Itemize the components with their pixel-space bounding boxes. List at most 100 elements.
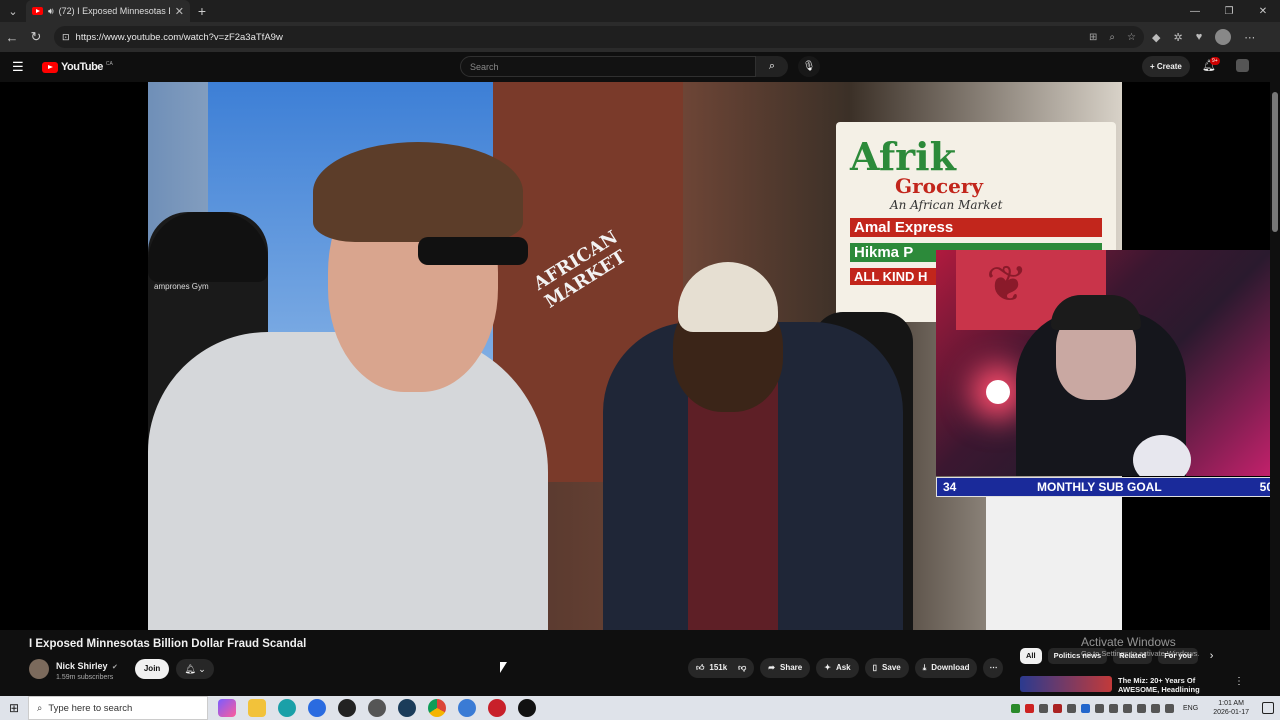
speaker-icon[interactable]: 🔊︎	[48, 6, 54, 17]
youtube-logo[interactable]: YouTube CA	[42, 61, 113, 73]
account-avatar[interactable]	[1236, 59, 1249, 72]
channel-name[interactable]: Nick Shirley	[56, 661, 108, 671]
sub-goal-bar: 34 MONTHLY SUB GOAL 50	[936, 477, 1280, 497]
tray-icon-8[interactable]	[1109, 703, 1119, 713]
app-icon-red[interactable]	[488, 699, 506, 717]
page-scrollbar[interactable]	[1270, 82, 1280, 630]
system-tray: ENG 1:01 AM 2026-01-17	[1011, 699, 1280, 717]
channel-avatar[interactable]	[29, 658, 49, 679]
back-icon[interactable]: ←	[0, 30, 24, 45]
tray-icon-6[interactable]	[1081, 703, 1091, 713]
search-icon[interactable]: ⌕	[756, 56, 788, 77]
windows-start-icon[interactable]: ⊞	[0, 701, 28, 715]
volume-icon[interactable]	[1165, 703, 1175, 713]
favorite-star-icon[interactable]: ☆	[1127, 32, 1136, 43]
browser-essentials-icon[interactable]: ♥	[1196, 31, 1203, 43]
tray-icon-5[interactable]	[1067, 703, 1077, 713]
subscribe-bell-button[interactable]: 🔔︎ ⌄	[176, 658, 214, 679]
language-indicator[interactable]: ENG	[1183, 705, 1198, 712]
url-field[interactable]: ⊡ https://www.youtube.com/watch?v=zF2a3a…	[54, 26, 1144, 48]
taskbar-search-input[interactable]: ⌕ Type here to search	[28, 696, 208, 720]
site-info-icon[interactable]: ⊡	[62, 32, 70, 43]
chevron-right-icon[interactable]: ›	[1210, 650, 1214, 662]
youtube-play-icon	[42, 61, 58, 73]
ask-button[interactable]: ✦ Ask	[816, 658, 859, 678]
menu-icon[interactable]: ☰	[12, 59, 34, 75]
more-options-icon[interactable]: ⋯	[1244, 31, 1255, 44]
video-scene-paper	[986, 497, 1122, 630]
windows-taskbar: ⊞ ⌕ Type here to search ENG 1:01 AM 2026…	[0, 696, 1280, 720]
recommendation-item[interactable]: The Miz: 20+ Years Of AWESOME, Headlinin…	[1020, 676, 1244, 694]
wifi-icon[interactable]	[1151, 703, 1161, 713]
close-tab-icon[interactable]: ✕	[175, 5, 184, 18]
like-button[interactable]: 👍︎ 151k 👎︎	[688, 658, 755, 678]
video-scene-hair	[313, 142, 523, 242]
browser-tab-active[interactable]: 🔊︎ (72) I Exposed Minnesotas B ✕	[26, 0, 190, 22]
sign-african-market: An African Market	[890, 198, 1003, 212]
app-available-icon[interactable]: ⊞	[1089, 32, 1097, 43]
share-button[interactable]: ➦ Share	[760, 658, 811, 678]
download-button[interactable]: ⤓ Download	[914, 658, 978, 678]
watermark-subtitle: Go to Settings to activate Windows.	[1081, 649, 1200, 658]
ask-label: Ask	[835, 663, 851, 672]
channel-subscribers: 1.59m subscribers	[56, 674, 114, 681]
tray-icon-1[interactable]	[1011, 703, 1021, 713]
chrome-icon[interactable]	[428, 699, 446, 717]
tray-icon-9[interactable]	[1123, 703, 1133, 713]
youtube-header: ☰ YouTube CA Search ⌕ 🎙︎ + Create 🔔︎ 9+	[0, 52, 1280, 82]
close-window-icon[interactable]: ✕	[1246, 6, 1280, 17]
recommendation-title[interactable]: The Miz: 20+ Years Of AWESOME, Headlinin…	[1118, 676, 1218, 694]
verified-icon: ✔︎	[111, 664, 118, 671]
tray-icon-7[interactable]	[1095, 703, 1105, 713]
scrollbar-thumb[interactable]	[1272, 92, 1278, 232]
app-icon-blue[interactable]	[308, 699, 326, 717]
url-text: https://www.youtube.com/watch?v=zF2a3aTf…	[75, 31, 283, 43]
video-actions: 👍︎ 151k 👎︎ ➦ Share ✦ Ask ▯ Save ⤓ Download ⋯	[688, 658, 1004, 678]
sparkle-icon: ✦	[824, 663, 831, 672]
tab-actions-menu-icon[interactable]: ⌄	[0, 0, 26, 22]
app-icon-dark[interactable]	[338, 699, 356, 717]
sign-amal-express: Amal Express	[850, 218, 1102, 237]
bookmark-icon: ▯	[872, 663, 878, 672]
minimize-icon[interactable]: —	[1178, 6, 1212, 17]
microphone-icon[interactable]: 🎙︎	[798, 56, 820, 77]
create-button[interactable]: + Create	[1142, 56, 1190, 77]
edge-browser-icon[interactable]	[278, 699, 296, 717]
tray-icon-10[interactable]	[1137, 703, 1147, 713]
sub-goal-current: 34	[943, 480, 957, 494]
extensions-puzzle-icon[interactable]: ✲	[1173, 31, 1182, 44]
address-bar-row: ← ↻ ⊡ https://www.youtube.com/watch?v=zF…	[0, 22, 1280, 52]
extension-icon[interactable]: ◆	[1152, 31, 1160, 44]
settings-gear-icon[interactable]	[368, 699, 386, 717]
tray-icon-2[interactable]	[1025, 703, 1035, 713]
join-button[interactable]: Join	[134, 658, 170, 679]
notification-center-icon[interactable]	[1262, 702, 1274, 714]
save-button[interactable]: ▯ Save	[864, 658, 909, 678]
file-explorer-icon[interactable]	[248, 699, 266, 717]
tray-icon-4[interactable]	[1053, 703, 1063, 713]
profile-avatar[interactable]	[1215, 29, 1232, 45]
share-label: Share	[780, 663, 803, 672]
zoom-icon[interactable]: ⌕	[1109, 32, 1115, 43]
dislike-icon[interactable]: 👎︎	[738, 658, 746, 678]
new-tab-button[interactable]: +	[190, 3, 214, 19]
steam-icon[interactable]	[398, 699, 416, 717]
taskbar-clock[interactable]: 1:01 AM 2026-01-17	[1213, 699, 1249, 717]
recommendation-thumbnail[interactable]	[1020, 676, 1112, 692]
restore-icon[interactable]: ❐	[1212, 6, 1246, 17]
search-input[interactable]: Search	[460, 56, 756, 77]
chip-all[interactable]: All	[1020, 648, 1042, 664]
more-actions-button[interactable]: ⋯	[983, 658, 1004, 678]
leaf-icon: ❦	[986, 256, 1028, 312]
watermark-title: Activate Windows	[1081, 635, 1176, 649]
download-label: Download	[931, 663, 970, 672]
recommendation-more-icon[interactable]: ⋮	[1234, 676, 1244, 694]
tray-icon-3[interactable]	[1039, 703, 1049, 713]
app-icon-blue-2[interactable]	[458, 699, 476, 717]
search-icon: ⌕	[37, 702, 43, 714]
copilot-app-icon[interactable]	[218, 699, 236, 717]
window-controls: — ❐ ✕	[1178, 6, 1280, 17]
refresh-icon[interactable]: ↻	[24, 29, 48, 45]
app-icon-black[interactable]	[518, 699, 536, 717]
download-icon: ⤓	[922, 663, 927, 672]
